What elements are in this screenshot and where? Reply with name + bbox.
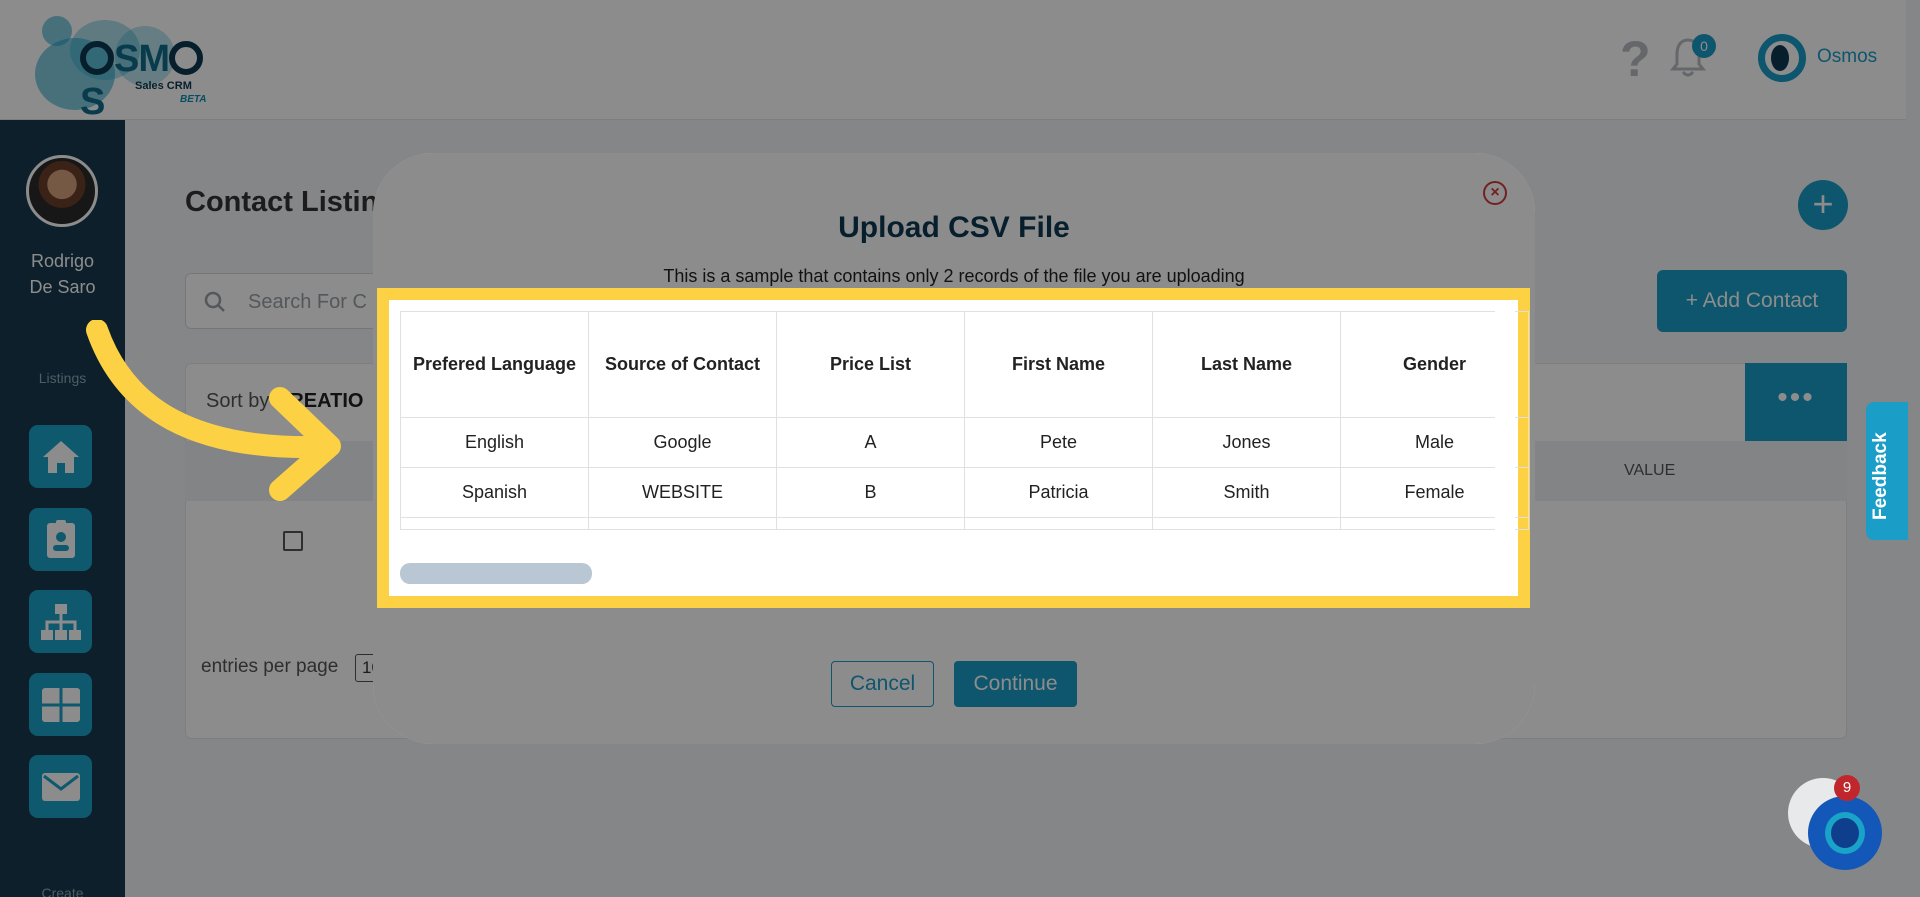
chat-launcher-icon[interactable] — [1808, 796, 1882, 870]
table-cell — [964, 517, 1153, 530]
tutorial-arrow-icon — [86, 320, 341, 501]
table-cell: English — [400, 417, 589, 468]
table-overflow-mask — [1495, 311, 1515, 543]
table-header-row: Prefered Language Source of Contact Pric… — [400, 311, 1529, 418]
horizontal-scrollbar[interactable] — [400, 563, 592, 584]
column-header: First Name — [964, 311, 1153, 418]
table-cell: Jones — [1152, 417, 1341, 468]
table-cell: Google — [588, 417, 777, 468]
table-row: Spanish WEBSITE B Patricia Smith Female — [400, 467, 1529, 518]
column-header: Prefered Language — [400, 311, 589, 418]
table-cell: WEBSITE — [588, 467, 777, 518]
feedback-label: Feedback — [1870, 432, 1891, 520]
chat-badge: 9 — [1834, 775, 1860, 801]
table-cell — [776, 517, 965, 530]
table-row: English Google A Pete Jones Male — [400, 417, 1529, 468]
feedback-tab[interactable]: Feedback — [1866, 402, 1908, 540]
table-cell — [400, 517, 589, 530]
table-row — [400, 517, 1529, 530]
table-cell — [1152, 517, 1341, 530]
column-header: Last Name — [1152, 311, 1341, 418]
csv-preview-table: Prefered Language Source of Contact Pric… — [400, 311, 1529, 530]
column-header: Price List — [776, 311, 965, 418]
column-header: Source of Contact — [588, 311, 777, 418]
table-cell: Patricia — [964, 467, 1153, 518]
table-cell: Smith — [1152, 467, 1341, 518]
table-cell: A — [776, 417, 965, 468]
table-cell: B — [776, 467, 965, 518]
table-cell: Spanish — [400, 467, 589, 518]
table-cell — [588, 517, 777, 530]
table-cell: Pete — [964, 417, 1153, 468]
